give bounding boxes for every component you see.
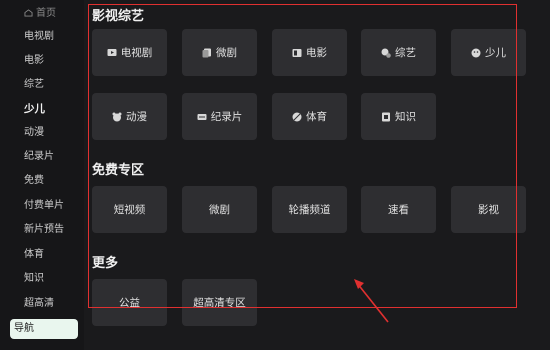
tile-micro-drama-free[interactable]: 微剧 (182, 186, 257, 233)
section-title-film-variety: 影视综艺 (92, 9, 145, 24)
tile-knowledge[interactable]: 知识 (361, 93, 436, 140)
knowledge-icon (381, 112, 391, 122)
tile-label: 纪录片 (210, 111, 243, 123)
tile-label: 知识 (395, 111, 416, 123)
tile-sports[interactable]: 体育 (272, 93, 347, 140)
sidebar-item-variety[interactable]: 综艺 (24, 78, 44, 92)
micro-drama-icon (202, 48, 212, 58)
tile-documentary[interactable]: 纪录片 (182, 93, 257, 140)
tile-anime[interactable]: 动漫 (92, 93, 167, 140)
sidebar-item-movie[interactable]: 电影 (24, 54, 44, 68)
sidebar-item-navigation[interactable]: 导航 (10, 319, 78, 339)
tile-label: 电视剧 (120, 47, 153, 59)
tile-label: 少儿 (485, 47, 506, 59)
sports-icon (292, 112, 302, 122)
tile-kids[interactable]: 少儿 (451, 29, 526, 76)
tile-movie[interactable]: 电影 (272, 29, 347, 76)
tile-tv-series[interactable]: 电视剧 (92, 29, 167, 76)
sidebar-nav: 首页 电视剧 电影 综艺 少儿 动漫 纪录片 免费 付费单片 新片预告 体育 知… (0, 0, 84, 350)
sidebar-item-documentary[interactable]: 纪录片 (24, 150, 54, 164)
tile-label: 综艺 (395, 47, 416, 59)
tile-uhd-zone[interactable]: 超高清专区 (182, 279, 257, 326)
annotation-arrow-icon (354, 279, 389, 323)
section-title-more: 更多 (92, 256, 119, 271)
documentary-icon (197, 112, 207, 122)
sidebar-item-tv[interactable]: 电视剧 (24, 30, 54, 44)
film-icon (292, 48, 302, 58)
tile-film-tv[interactable]: 影视 (451, 186, 526, 233)
tile-label: 微剧 (216, 47, 237, 59)
section-title-free-zone: 免费专区 (92, 163, 145, 178)
sidebar-item-label: 首页 (36, 8, 56, 19)
tile-public-welfare[interactable]: 公益 (92, 279, 167, 326)
sidebar-item-anime[interactable]: 动漫 (24, 126, 44, 140)
tile-carousel-channels[interactable]: 轮播频道 (272, 186, 347, 233)
tile-micro-drama[interactable]: 微剧 (182, 29, 257, 76)
sidebar-item-kids[interactable]: 少儿 (24, 102, 45, 116)
sidebar-item-home[interactable]: 首页 (24, 7, 56, 21)
sidebar-item-knowledge[interactable]: 知识 (24, 272, 44, 286)
sidebar-item-free[interactable]: 免费 (24, 174, 44, 188)
tile-quick-watch[interactable]: 速看 (361, 186, 436, 233)
sidebar-item-paid[interactable]: 付费单片 (24, 199, 64, 213)
tile-variety[interactable]: 综艺 (361, 29, 436, 76)
tile-label: 电影 (306, 47, 327, 59)
variety-icon (381, 48, 391, 58)
tile-label: 动漫 (126, 111, 147, 123)
tile-label: 体育 (306, 111, 327, 123)
sidebar-item-sports[interactable]: 体育 (24, 248, 44, 262)
tv-icon (107, 48, 117, 58)
tile-short-video[interactable]: 短视频 (92, 186, 167, 233)
home-icon (24, 8, 33, 17)
kids-icon (471, 48, 481, 58)
sidebar-item-uhd[interactable]: 超高清 (24, 297, 54, 311)
sidebar-item-trailers[interactable]: 新片预告 (24, 223, 64, 237)
anime-icon (112, 112, 122, 122)
